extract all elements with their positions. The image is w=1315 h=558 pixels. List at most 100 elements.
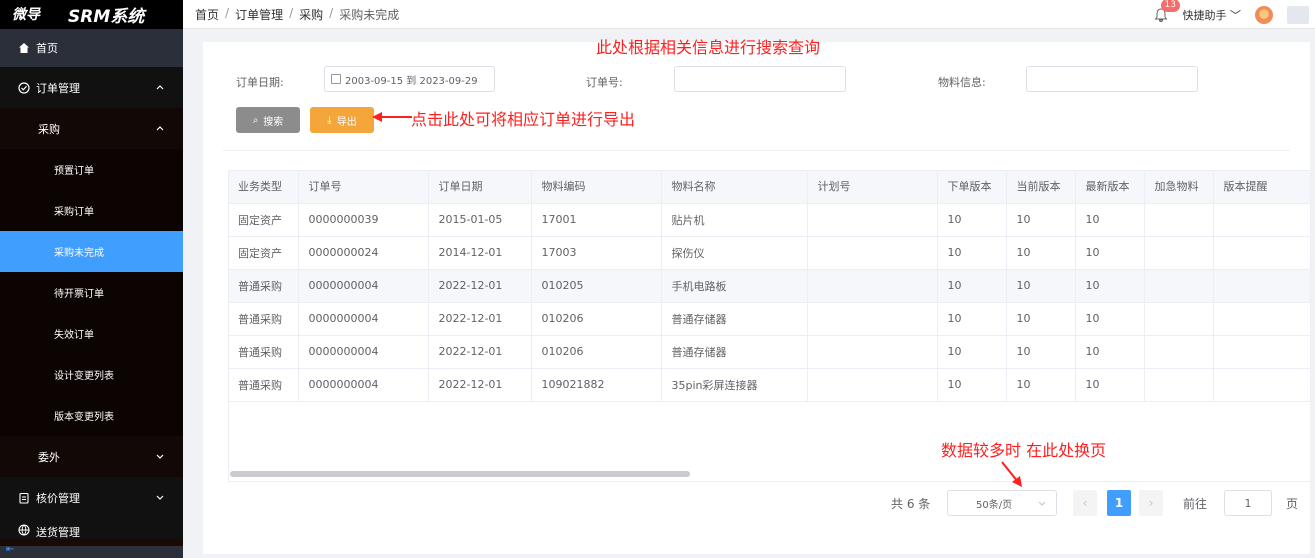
horizontal-scrollbar[interactable] [230,471,690,477]
annotation-search: 此处根据相关信息进行搜索查询 [596,38,821,57]
sidebar-item-pricing[interactable]: 核价管理 [0,477,183,518]
user-name-placeholder[interactable] [1287,5,1309,24]
table-cell: 0000000039 [298,203,429,237]
table-cell: 0000000004 [298,335,429,369]
breadcrumb-order-mgmt[interactable]: 订单管理 [235,6,283,23]
export-button[interactable]: ⤓ 导出 [310,107,374,133]
table-row[interactable]: 普通采购 0000000004 2022-12-01 010206 普通存储器 10 10 1… [228,335,1311,369]
breadcrumb-home[interactable]: 首页 [195,6,219,23]
table-cell: 贴片机 [661,203,808,237]
table-cell: 2022-12-01 [428,302,532,336]
sidebar-item-invalid-orders[interactable]: 失效订单 [0,313,183,354]
order-no-label: 订单号: [586,76,623,89]
table-cell: 普通采购 [228,335,299,369]
page-size-value: 50条/页 [976,499,1013,511]
column-header[interactable]: 当前版本 [1006,170,1076,204]
table-cell [1144,236,1214,270]
table-cell: 探伤仪 [661,236,808,270]
column-header[interactable]: 物料名称 [661,170,808,204]
table-cell: 109021882 [531,368,662,402]
chevron-down-icon [156,454,164,459]
search-icon: ⌕ [252,114,259,126]
chevron-left-icon: ‹ [1082,496,1088,510]
material-label: 物料信息: [938,76,986,89]
check-circle-icon [18,81,30,94]
table-cell [1213,302,1311,336]
table-cell: 10 [1075,335,1145,369]
arrow-left-icon [372,112,412,122]
table-row[interactable]: 普通采购 0000000004 2022-12-01 010206 普通存储器 10 10 1… [228,302,1311,336]
next-page-button[interactable]: › [1139,490,1163,516]
notification-bell[interactable]: 13 [1153,0,1180,23]
goto-page-input[interactable]: 1 [1224,490,1272,516]
table-cell: 普通存储器 [661,335,808,369]
column-header[interactable]: 订单日期 [428,170,532,204]
sidebar-item-order-mgmt[interactable]: 订单管理 [0,67,183,108]
search-button[interactable]: ⌕ 搜索 [236,107,300,133]
table-cell: 2022-12-01 [428,269,532,303]
table-cell: 10 [937,368,1007,402]
table-cell: 10 [937,203,1007,237]
order-no-input[interactable] [674,66,846,92]
table-row[interactable]: 固定资产 0000000024 2014-12-01 17003 探伤仪 10 10 10 [228,236,1311,270]
table-cell [1144,368,1214,402]
column-header[interactable]: 版本提醒 [1213,170,1311,204]
sidebar-item-purchase-orders[interactable]: 采购订单 [0,190,183,231]
sidebar-item-purchase[interactable]: 采购 [0,108,183,149]
column-header[interactable]: 最新版本 [1075,170,1145,204]
table-cell: 0000000024 [298,236,429,270]
top-bar: 微导 SRM系统 首页 / 订单管理 / 采购 / 采购未完成 13 快捷助手 … [0,0,1315,29]
sidebar-item-preset-orders[interactable]: 预置订单 [0,149,183,190]
table-row[interactable]: 普通采购 0000000004 2022-12-01 010205 手机电路板 10 10 1… [228,269,1311,303]
chevron-right-icon: › [1148,496,1154,510]
table-cell [807,236,938,270]
avatar[interactable] [1255,5,1273,24]
divider [223,150,1290,151]
table-cell [1144,335,1214,369]
table-cell: 10 [1006,269,1076,303]
brand: 微导 SRM系统 [0,0,183,29]
table-row[interactable]: 固定资产 0000000039 2015-01-05 17001 贴片机 10 10 10 [228,203,1311,237]
quick-helper-label: 快捷助手 [1182,8,1227,22]
table-cell: 普通采购 [228,302,299,336]
prev-page-button[interactable]: ‹ [1073,490,1097,516]
column-header[interactable]: 加急物料 [1144,170,1214,204]
sidebar-item-label: 预置订单 [54,166,94,177]
sidebar-item-design-changes[interactable]: 设计变更列表 [0,354,183,395]
sidebar-collapse-bar[interactable]: ⇤ [0,544,183,558]
sidebar-item-label: 待开票订单 [54,289,104,300]
sidebar-item-label: 送货管理 [36,526,80,539]
page-size-select[interactable]: 50条/页 [947,490,1057,516]
column-header[interactable]: 订单号 [298,170,429,204]
breadcrumb: 首页 / 订单管理 / 采购 / 采购未完成 [195,6,399,23]
table-row[interactable]: 普通采购 0000000004 2022-12-01 109021882 35pin彩屏… [228,368,1311,402]
material-input[interactable] [1026,66,1198,92]
table-cell [807,335,938,369]
column-header[interactable]: 业务类型 [228,170,299,204]
sidebar-item-logistics[interactable]: 送货管理 [0,518,183,539]
table-cell [1213,269,1311,303]
sidebar-item-version-changes[interactable]: 版本变更列表 [0,395,183,436]
column-header[interactable]: 下单版本 [937,170,1007,204]
sidebar-item-label: 核价管理 [36,491,80,505]
order-date-value: 2003-09-15 到 2023-09-29 [345,75,478,87]
table-cell [1213,203,1311,237]
table-cell: 普通采购 [228,269,299,303]
page-number-current[interactable]: 1 [1107,490,1131,516]
table-cell [807,368,938,402]
column-header[interactable]: 计划号 [807,170,938,204]
sidebar-item-label: 采购订单 [54,207,94,218]
sidebar-item-purchase-incomplete[interactable]: 采购未完成 [0,231,183,272]
table-cell: 10 [1075,236,1145,270]
sidebar-item-home[interactable]: 首页 [0,29,183,67]
breadcrumb-purchase[interactable]: 采购 [299,6,323,23]
sidebar-item-pending-invoice[interactable]: 待开票订单 [0,272,183,313]
order-date-range[interactable]: 2003-09-15 到 2023-09-29 [324,66,495,92]
column-header[interactable]: 物料编码 [531,170,662,204]
collapse-icon: ⇤ [6,544,15,555]
table-cell [1144,269,1214,303]
page-unit-label: 页 [1286,496,1299,511]
quick-helper-menu[interactable]: 快捷助手 ﹀ [1183,7,1242,23]
sidebar-item-outsource[interactable]: 委外 [0,436,183,477]
pagination-total: 共 6 条 [891,496,931,511]
